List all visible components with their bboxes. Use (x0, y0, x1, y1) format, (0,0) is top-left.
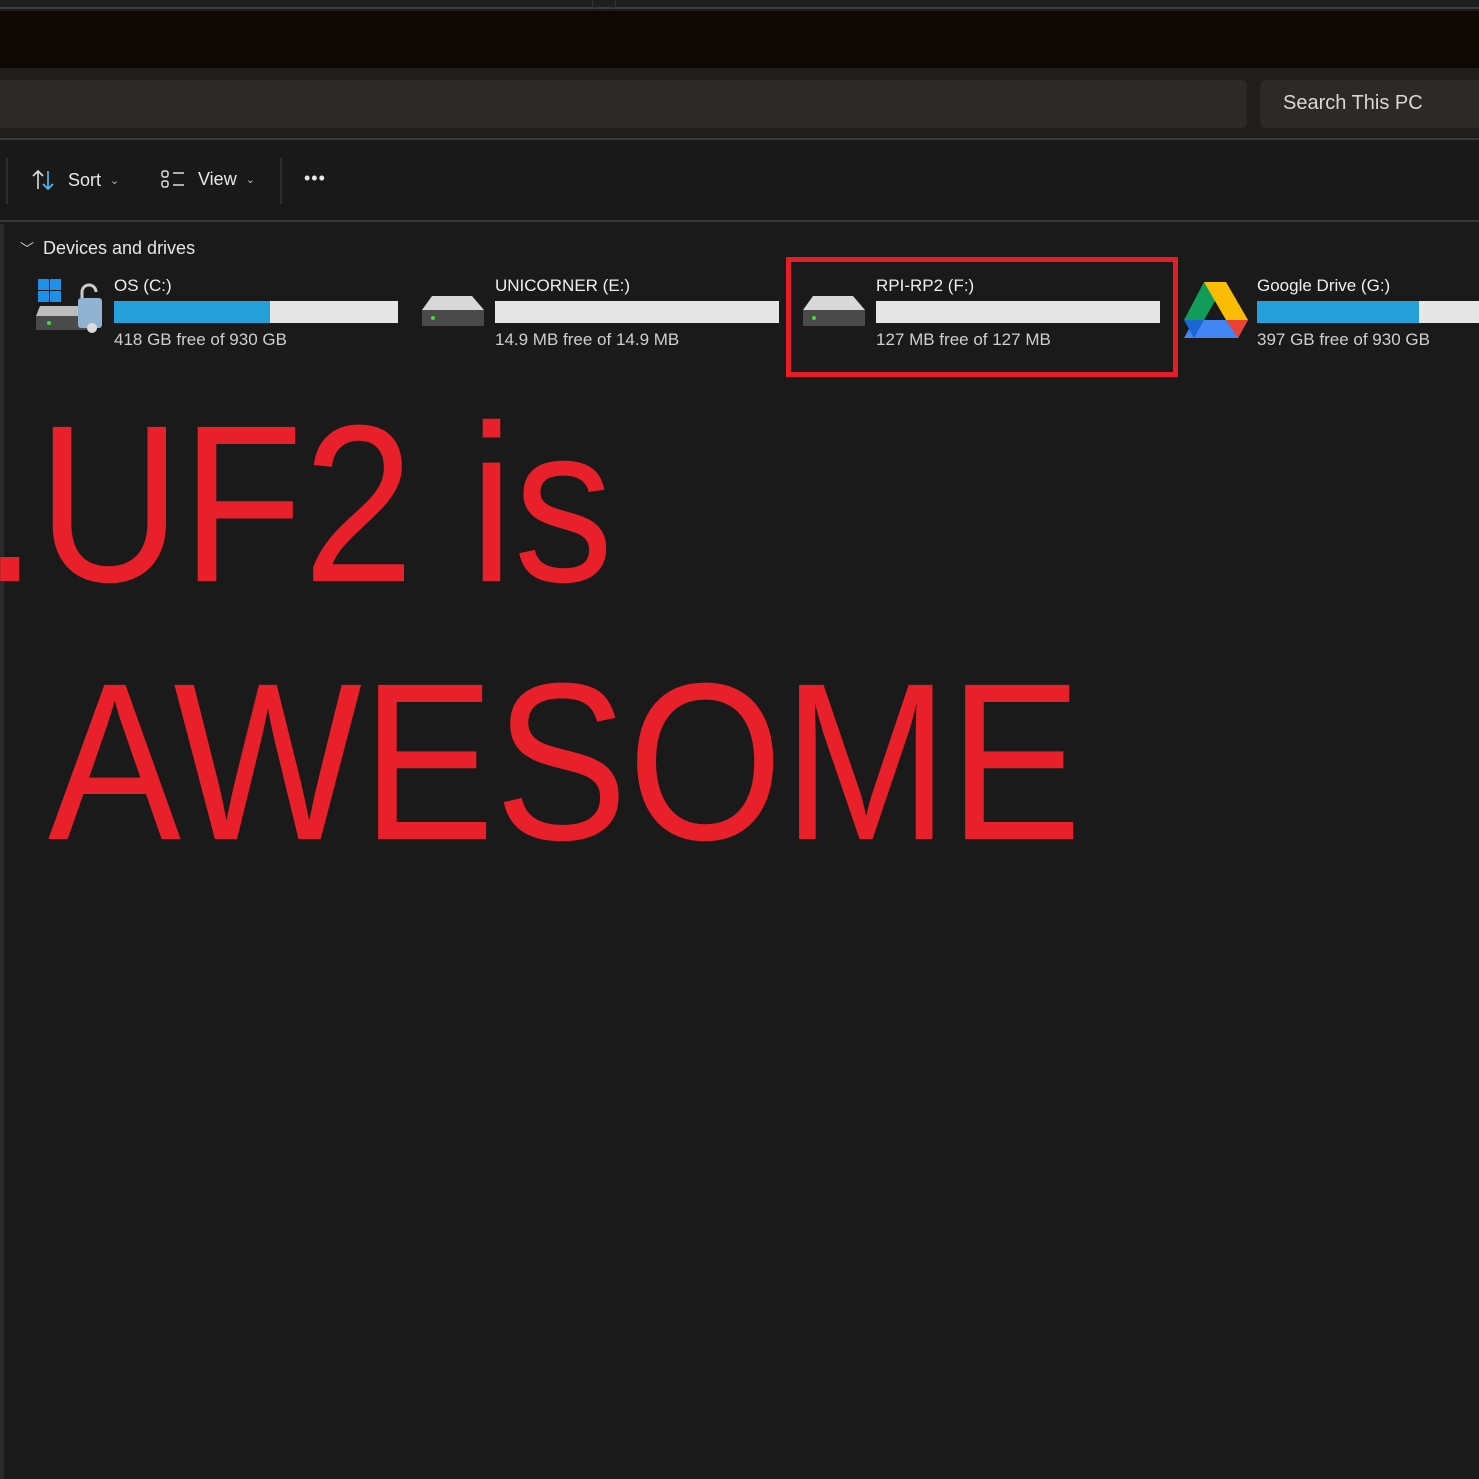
toolbar: Sort ⌄ View ⌄ ••• (0, 142, 1479, 222)
chevron-down-icon: ﹀ (20, 240, 34, 257)
more-options-button[interactable]: ••• (304, 168, 326, 189)
sort-button[interactable]: Sort ⌄ (30, 168, 119, 192)
drive-icon (422, 296, 484, 326)
windows-drive-unlocked-icon (36, 279, 102, 333)
drive-name: OS (C:) (114, 276, 172, 295)
drive-name: Google Drive (G:) (1257, 276, 1391, 295)
address-input[interactable] (0, 80, 1247, 128)
drive-usage-bar (495, 301, 779, 323)
tab-separator (592, 0, 616, 9)
usage-fill (1257, 301, 1419, 323)
view-button[interactable]: View ⌄ (160, 168, 255, 190)
google-drive-icon (1184, 282, 1248, 338)
drive-item-c[interactable]: OS (C:) 418 GB free of 930 GB (114, 274, 404, 354)
usage-fill (114, 301, 271, 323)
search-input[interactable]: Search This PC (1260, 80, 1479, 128)
chevron-down-icon: ⌄ (245, 173, 255, 186)
drive-free-space: 418 GB free of 930 GB (114, 330, 287, 349)
highlight-box (786, 257, 1178, 377)
title-bar (0, 11, 1479, 68)
drive-usage-bar (1257, 301, 1479, 323)
divider (280, 158, 282, 204)
drive-item-g[interactable]: Google Drive (G:) 397 GB free of 930 GB (1257, 274, 1479, 354)
sort-label: Sort (68, 169, 102, 190)
drive-name: UNICORNER (E:) (495, 276, 631, 295)
drive-free-space: 397 GB free of 930 GB (1257, 330, 1430, 349)
view-icon (161, 170, 184, 188)
address-bar-row: Search This PC (0, 68, 1479, 140)
divider (6, 158, 8, 204)
tab-strip (0, 0, 1479, 9)
sort-icon (32, 169, 54, 191)
overlay-text-line1: .UF2 is (0, 379, 614, 629)
drive-usage-bar (114, 301, 398, 323)
overlay-text-line2: AWESOME (48, 637, 1082, 887)
view-label: View (198, 168, 237, 189)
drive-free-space: 14.9 MB free of 14.9 MB (495, 330, 680, 349)
devices-and-drives-header[interactable]: ﹀ Devices and drives (20, 238, 195, 259)
drive-item-e[interactable]: UNICORNER (E:) 14.9 MB free of 14.9 MB (495, 274, 785, 354)
chevron-down-icon: ⌄ (110, 174, 120, 187)
section-title: Devices and drives (43, 238, 196, 258)
